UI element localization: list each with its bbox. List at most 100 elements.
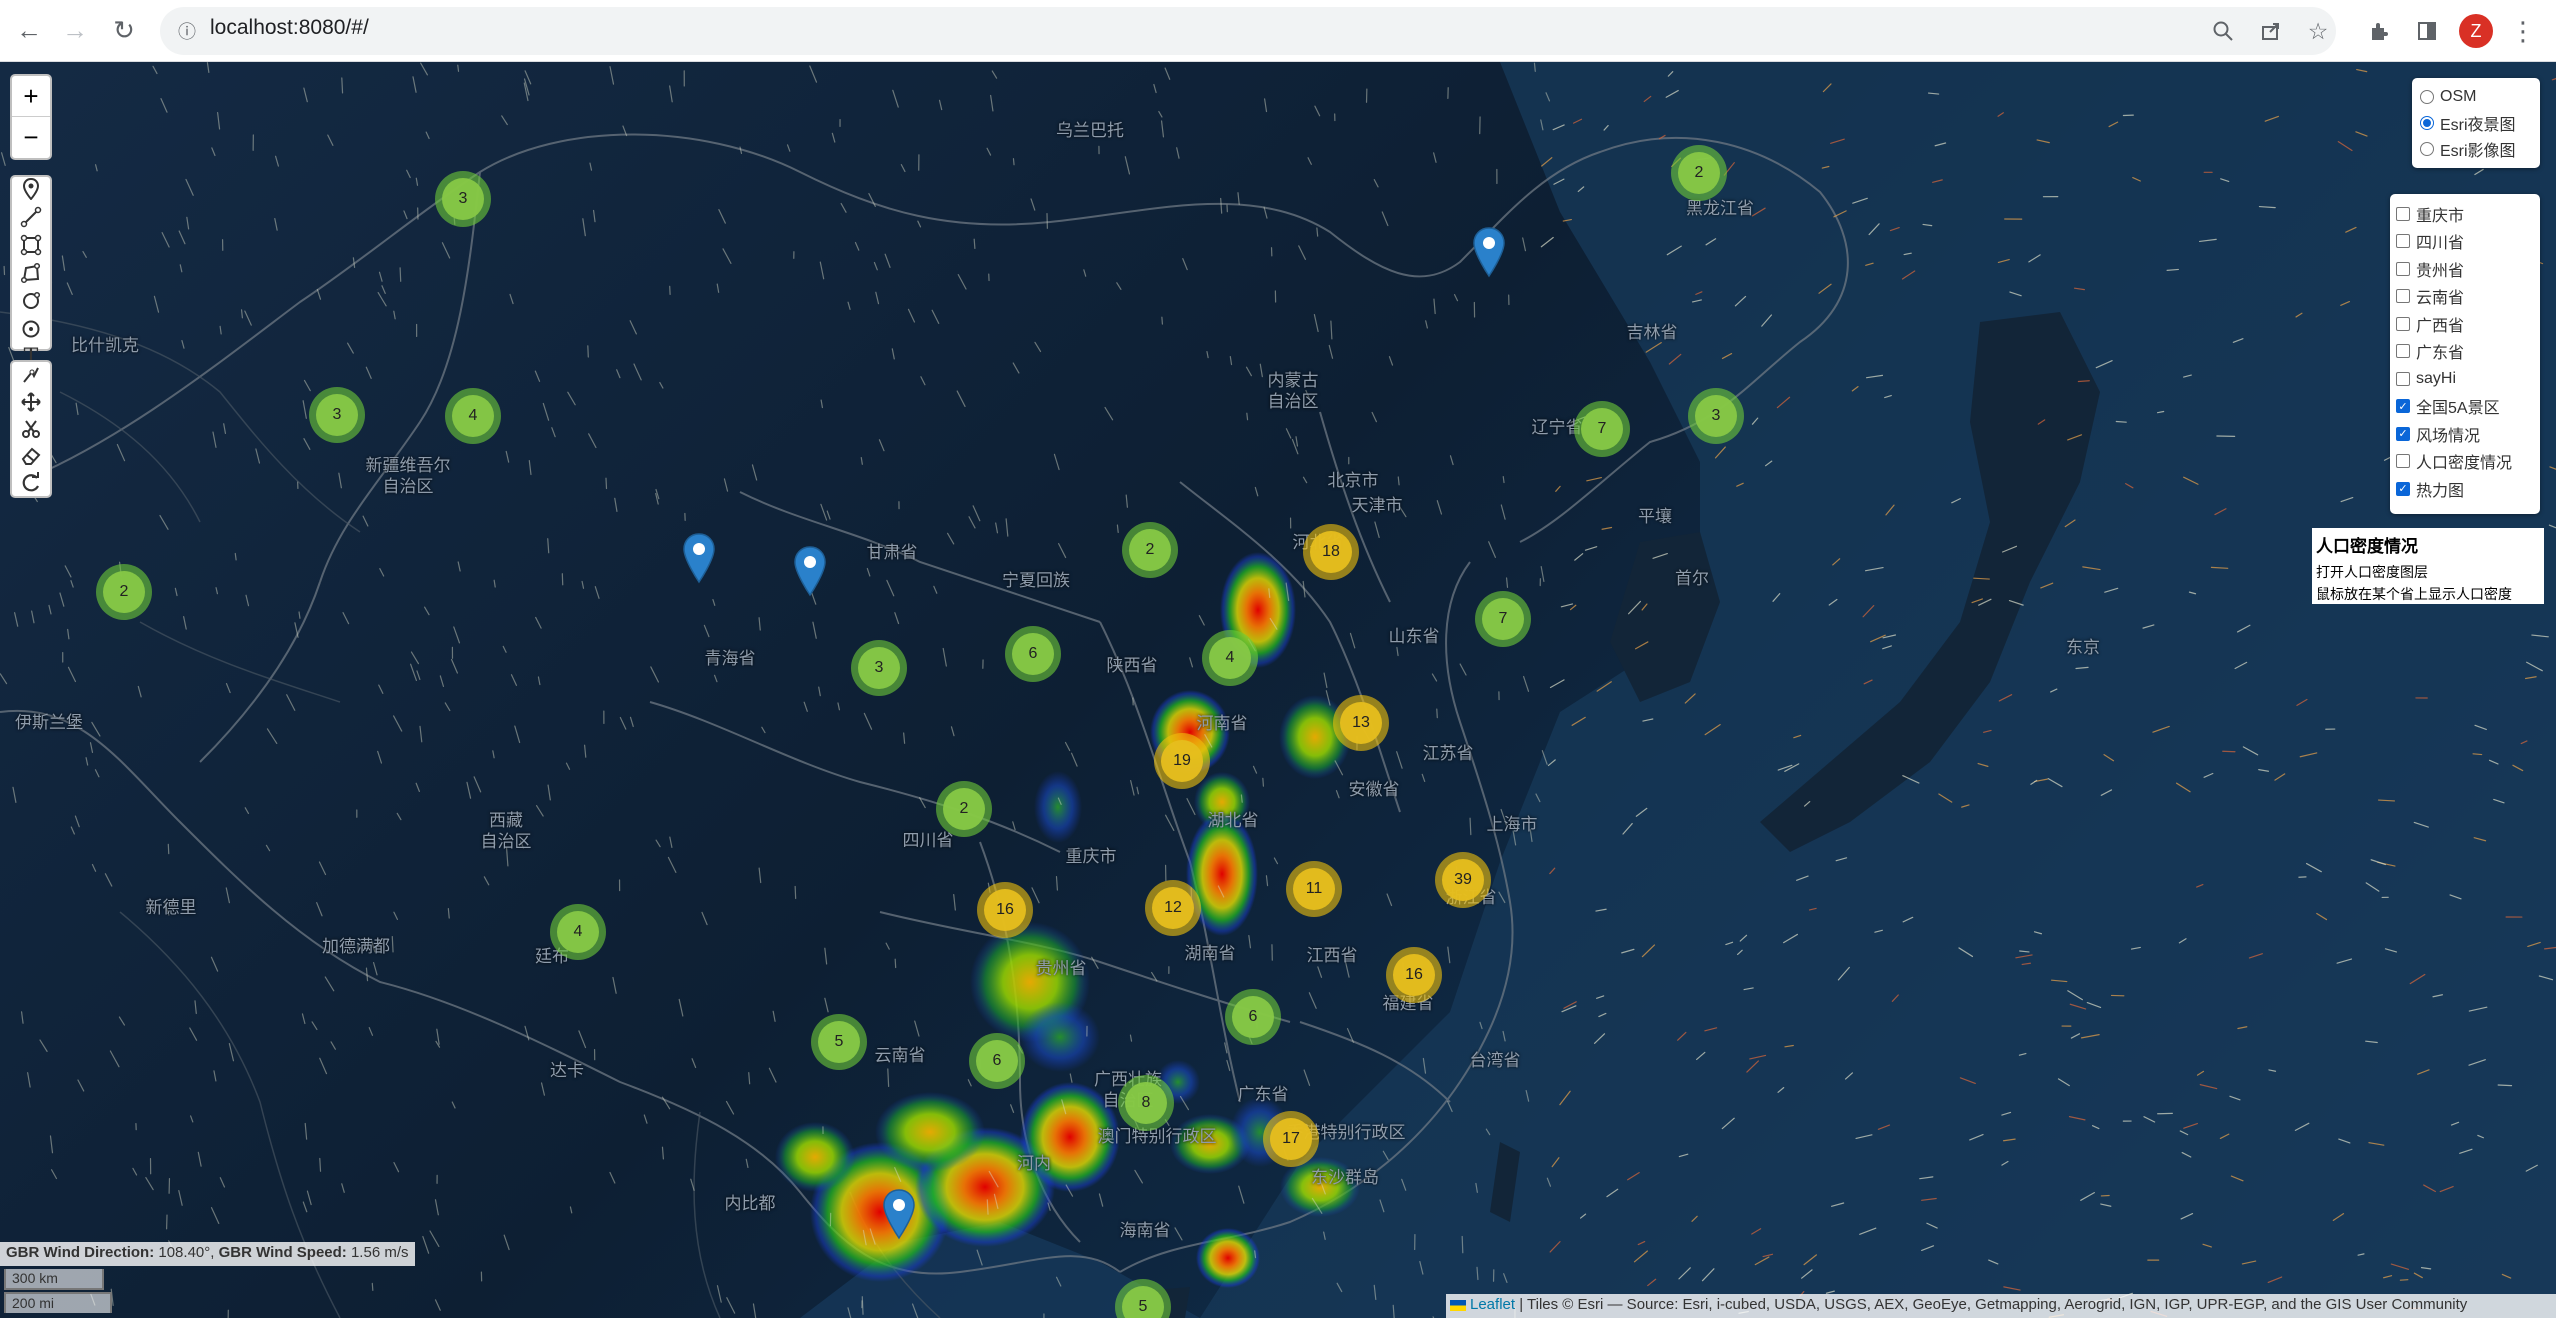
radio-button[interactable] <box>2420 90 2434 104</box>
overlay-layer-option[interactable]: 人口密度情况 <box>2396 448 2534 476</box>
zoom-out-button[interactable]: − <box>12 117 50 158</box>
circle-tool-icon[interactable] <box>12 317 50 341</box>
overlay-layer-option[interactable]: 四川省 <box>2396 228 2534 256</box>
map-pin-icon[interactable] <box>682 532 716 588</box>
overlay-layer-option[interactable]: 广西省 <box>2396 310 2534 338</box>
sidepanel-icon[interactable] <box>2412 16 2442 46</box>
reload-icon[interactable]: ↻ <box>107 13 141 47</box>
extensions-icon[interactable] <box>2364 16 2394 46</box>
marker-cluster[interactable]: 5 <box>811 1014 867 1070</box>
checkbox[interactable] <box>2396 316 2410 331</box>
checkbox[interactable] <box>2396 234 2410 249</box>
marker-cluster[interactable]: 3 <box>435 171 491 227</box>
cluster-count: 12 <box>1152 887 1194 929</box>
marker-cluster[interactable]: 11 <box>1286 861 1342 917</box>
marker-cluster[interactable]: 3 <box>309 387 365 443</box>
radio-button[interactable] <box>2420 116 2434 130</box>
map-label: 比什凯克 <box>71 336 139 355</box>
rotate-tool-icon[interactable] <box>12 470 50 496</box>
overlay-layer-option[interactable]: 云南省 <box>2396 283 2534 311</box>
overlay-layer-label: 广东省 <box>2416 345 2465 363</box>
checkbox[interactable]: ✓ <box>2396 426 2410 441</box>
map-pin-icon[interactable] <box>793 545 827 601</box>
checkbox[interactable] <box>2396 261 2410 276</box>
marker-cluster[interactable]: 3 <box>1688 388 1744 444</box>
marker-cluster[interactable]: 2 <box>936 781 992 837</box>
marker-cluster[interactable]: 6 <box>1225 989 1281 1045</box>
base-layer-option[interactable]: Esri夜景图 <box>2420 110 2532 136</box>
zoom-icon[interactable] <box>2208 16 2238 46</box>
marker-tool-icon[interactable] <box>12 177 50 201</box>
eraser-tool-icon[interactable] <box>12 443 50 469</box>
marker-cluster[interactable]: 16 <box>1386 947 1442 1003</box>
marker-cluster[interactable]: 4 <box>1202 630 1258 686</box>
marker-cluster[interactable]: 2 <box>96 564 152 620</box>
url-text[interactable]: localhost:8080/#/ <box>210 16 369 40</box>
marker-cluster[interactable]: 18 <box>1303 524 1359 580</box>
cluster-count: 5 <box>818 1021 860 1063</box>
checkbox[interactable]: ✓ <box>2396 399 2410 414</box>
checkbox[interactable] <box>2396 371 2410 386</box>
marker-cluster[interactable]: 13 <box>1333 695 1389 751</box>
cluster-count: 16 <box>1393 954 1435 996</box>
map-label: 湖北省 <box>1207 811 1259 830</box>
marker-cluster[interactable]: 3 <box>851 640 907 696</box>
checkbox[interactable] <box>2396 344 2410 359</box>
scissors-tool-icon[interactable] <box>12 416 50 442</box>
rectangle-tool-icon[interactable] <box>12 233 50 257</box>
marker-cluster[interactable]: 4 <box>550 904 606 960</box>
polygon-tool-icon[interactable] <box>12 261 50 285</box>
overlay-layer-option[interactable]: 贵州省 <box>2396 255 2534 283</box>
marker-cluster[interactable]: 12 <box>1145 880 1201 936</box>
overlay-layer-option[interactable]: 重庆市 <box>2396 200 2534 228</box>
leaflet-link[interactable]: Leaflet <box>1470 1296 1515 1313</box>
marker-cluster[interactable]: 4 <box>445 388 501 444</box>
marker-cluster[interactable]: 39 <box>1435 852 1491 908</box>
marker-cluster[interactable]: 19 <box>1154 733 1210 789</box>
address-bar[interactable] <box>160 7 2336 55</box>
marker-cluster[interactable]: 6 <box>1005 626 1061 682</box>
polyline-tool-icon[interactable] <box>12 205 50 229</box>
overlay-layer-option[interactable]: ✓ 热力图 <box>2396 475 2534 503</box>
marker-cluster[interactable]: 7 <box>1574 401 1630 457</box>
cut-tool-icon[interactable] <box>12 362 50 388</box>
map-label: 北京市 <box>1327 471 1379 490</box>
info-icon[interactable]: ⓘ <box>172 16 202 46</box>
cluster-count: 18 <box>1310 531 1352 573</box>
overlay-layer-option[interactable]: ✓ 风场情况 <box>2396 420 2534 448</box>
map-label: 吉林省 <box>1626 323 1678 342</box>
overlay-layer-option[interactable]: sayHi <box>2396 365 2534 393</box>
overlay-layer-option[interactable]: ✓ 全国5A景区 <box>2396 393 2534 421</box>
marker-cluster[interactable]: 2 <box>1122 522 1178 578</box>
map-pin-icon[interactable] <box>1472 226 1506 282</box>
checkbox[interactable] <box>2396 206 2410 221</box>
base-layer-option[interactable]: Esri影像图 <box>2420 136 2532 162</box>
map-container[interactable]: 乌兰巴托 黑龙江省 比什凯克 内蒙古 自治区 吉林省 新疆维吾尔 自治区 辽宁省 北京市 天津市… <box>0 62 2556 1318</box>
base-layer-option[interactable]: OSM <box>2420 84 2532 110</box>
overlay-layer-option[interactable]: 广东省 <box>2396 338 2534 366</box>
marker-cluster[interactable]: 6 <box>969 1033 1025 1089</box>
star-icon[interactable]: ☆ <box>2303 16 2333 46</box>
cluster-count: 3 <box>442 178 484 220</box>
radio-button[interactable] <box>2420 142 2434 156</box>
marker-cluster[interactable]: 17 <box>1263 1111 1319 1167</box>
drag-tool-icon[interactable] <box>12 389 50 415</box>
map-pin-icon[interactable] <box>882 1188 916 1244</box>
forward-icon[interactable]: → <box>58 13 92 47</box>
marker-cluster[interactable]: 7 <box>1475 591 1531 647</box>
menu-icon[interactable]: ⋮ <box>2508 16 2538 46</box>
marker-cluster[interactable]: 16 <box>977 882 1033 938</box>
checkbox[interactable] <box>2396 289 2410 304</box>
map-label: 贵州省 <box>1035 959 1087 978</box>
marker-cluster[interactable]: 8 <box>1118 1075 1174 1131</box>
back-icon[interactable]: ← <box>12 13 46 47</box>
zoom-in-button[interactable]: + <box>12 76 50 117</box>
circle-marker-tool-icon[interactable] <box>12 289 50 313</box>
checkbox[interactable] <box>2396 454 2410 469</box>
cluster-count: 5 <box>1122 1286 1164 1318</box>
share-icon[interactable] <box>2256 16 2286 46</box>
checkbox[interactable]: ✓ <box>2396 481 2410 496</box>
map-label: 陕西省 <box>1106 656 1158 675</box>
avatar[interactable]: Z <box>2459 14 2493 48</box>
marker-cluster[interactable]: 2 <box>1671 145 1727 201</box>
